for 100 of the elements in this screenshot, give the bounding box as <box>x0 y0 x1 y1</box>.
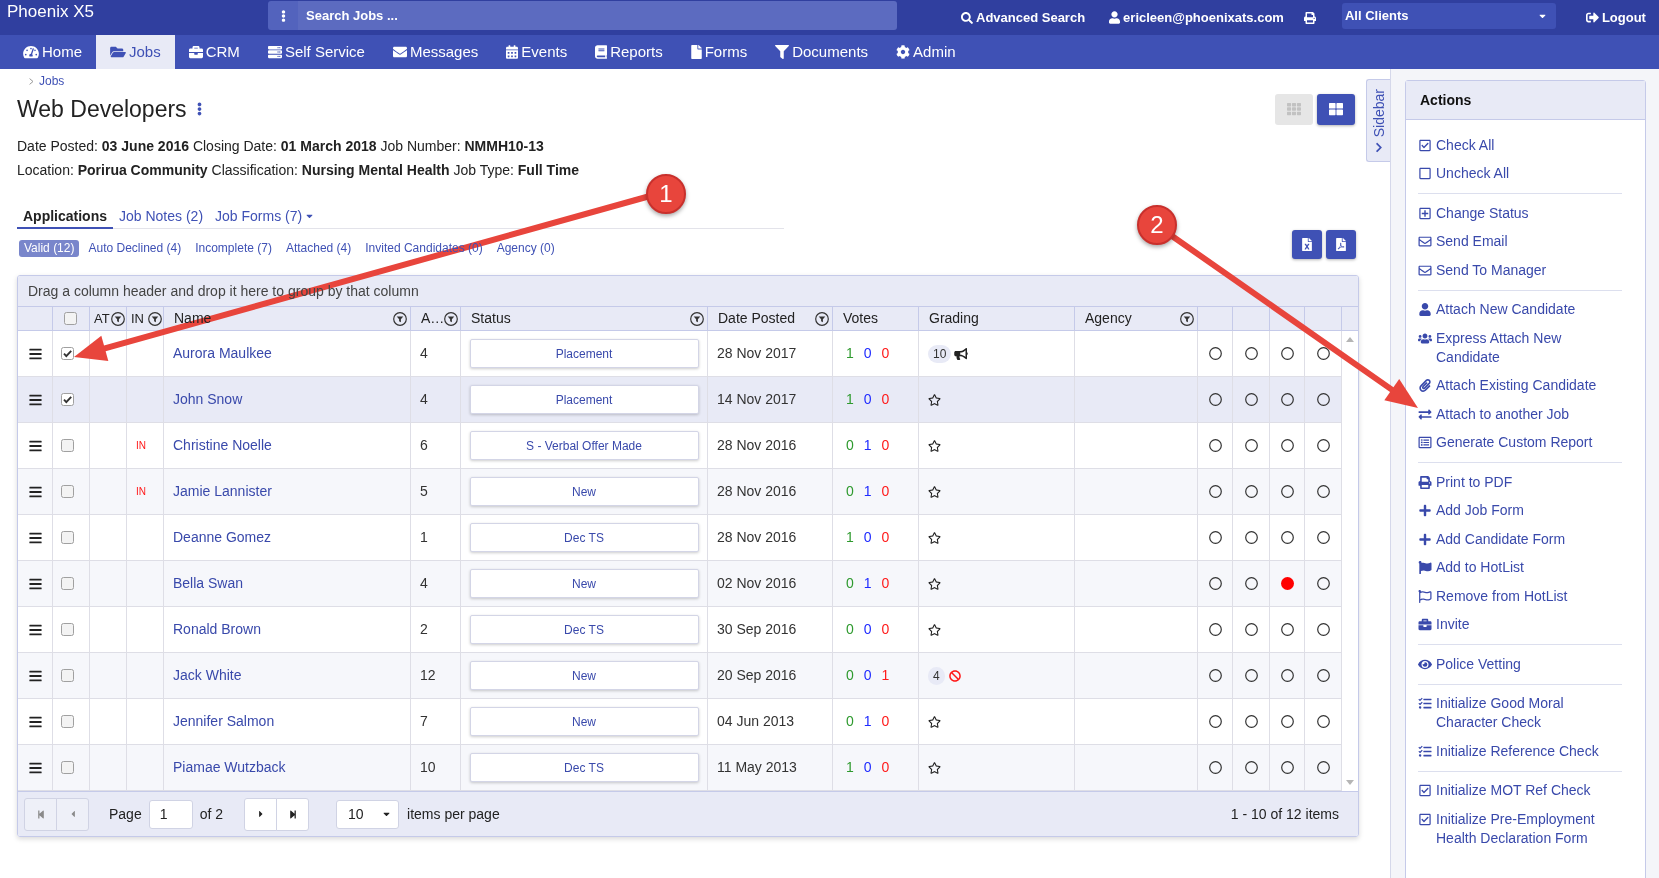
status-button[interactable]: Dec TS <box>469 753 699 782</box>
candidate-name-link[interactable]: Aurora Maulkee <box>173 343 272 364</box>
action-link[interactable]: Send To Manager <box>1418 256 1622 285</box>
nav-tab[interactable]: Reports <box>581 35 677 69</box>
candidate-name-link[interactable]: Christine Noelle <box>173 435 272 456</box>
ring-icon[interactable] <box>1316 577 1330 590</box>
star-icon[interactable] <box>928 623 941 636</box>
tab[interactable]: Applications <box>17 205 113 229</box>
action-link[interactable]: Remove from HotList <box>1418 582 1622 611</box>
ring-icon[interactable] <box>1316 485 1330 498</box>
filter-pill[interactable]: Auto Declined (4) <box>83 240 187 257</box>
star-icon[interactable] <box>928 761 941 774</box>
pager-button[interactable] <box>276 797 310 831</box>
ring-icon[interactable] <box>1280 393 1294 406</box>
excel-file-button[interactable] <box>1292 230 1322 259</box>
table-row[interactable]: Deanne Gomez 1 Dec TS 28 Nov 2016 1 0 0 <box>18 515 1342 561</box>
filter-icon[interactable] <box>690 311 704 326</box>
row-checkbox[interactable] <box>61 393 74 406</box>
filter-icon[interactable] <box>148 311 162 326</box>
action-link[interactable]: Uncheck All <box>1418 159 1622 188</box>
search-field[interactable]: Search Jobs ... <box>298 1 897 30</box>
action-link[interactable]: Add Candidate Form <box>1418 525 1622 554</box>
ring-icon[interactable] <box>1244 531 1258 544</box>
ring-icon[interactable] <box>1208 393 1222 406</box>
row-checkbox[interactable] <box>61 485 74 498</box>
table-row[interactable]: Piamae Wutzback 10 Dec TS 11 May 2013 1 0 0 <box>18 745 1342 791</box>
advanced-search-link[interactable]: Advanced Search <box>961 7 1086 28</box>
column-header[interactable]: Name <box>174 308 212 329</box>
table-row[interactable]: Jack White 12 New 20 Sep 2016 0 0 1 4 <box>18 653 1342 699</box>
nav-tab[interactable]: Jobs <box>96 35 175 69</box>
drag-handle-icon[interactable] <box>27 668 43 683</box>
table-row[interactable]: Aurora Maulkee 4 Placement 28 Nov 2017 1 0 0 10 <box>18 331 1342 377</box>
candidate-name-link[interactable]: Jack White <box>173 665 242 686</box>
action-link[interactable]: Attach to another Job <box>1418 400 1622 429</box>
ring-icon[interactable] <box>1244 577 1258 590</box>
status-button[interactable]: Dec TS <box>469 615 699 644</box>
ring-icon[interactable] <box>1316 715 1330 728</box>
ring-icon[interactable] <box>1244 715 1258 728</box>
ring-icon[interactable] <box>1280 669 1294 682</box>
ring-icon[interactable] <box>1280 531 1294 544</box>
column-header[interactable]: Grading <box>929 308 979 329</box>
ring-icon[interactable] <box>1280 761 1294 774</box>
action-link[interactable]: Express Attach New Candidate <box>1418 324 1622 372</box>
printer-icon[interactable] <box>1303 11 1316 24</box>
ring-icon[interactable] <box>1208 715 1222 728</box>
action-link[interactable]: Initialize Good Moral Character Check <box>1418 689 1622 737</box>
ring-icon[interactable] <box>1244 439 1258 452</box>
status-button[interactable]: New <box>469 477 699 506</box>
action-link[interactable]: Check All <box>1418 131 1622 160</box>
column-header[interactable]: Date Posted <box>718 308 796 329</box>
row-checkbox[interactable] <box>61 577 74 590</box>
search-menu-button[interactable] <box>268 1 298 30</box>
ring-icon[interactable] <box>1280 485 1294 498</box>
row-checkbox[interactable] <box>61 761 74 774</box>
drag-handle-icon[interactable] <box>27 576 43 591</box>
ring-icon[interactable] <box>1244 761 1258 774</box>
action-link[interactable]: Add Job Form <box>1418 496 1622 525</box>
action-link[interactable]: Invite <box>1418 610 1622 639</box>
column-header[interactable]: A… <box>421 308 445 329</box>
row-checkbox[interactable] <box>61 531 74 544</box>
filter-icon[interactable] <box>111 311 125 326</box>
row-checkbox[interactable] <box>61 669 74 682</box>
action-link[interactable]: Police Vetting <box>1418 650 1622 679</box>
action-link[interactable]: Initialize Pre-Employment Health Declaration Form <box>1418 805 1622 853</box>
drag-handle-icon[interactable] <box>27 438 43 453</box>
page-input[interactable]: 1 <box>148 799 193 829</box>
status-button[interactable]: Placement <box>469 385 699 414</box>
ring-icon[interactable] <box>1244 347 1258 360</box>
row-checkbox[interactable] <box>61 347 74 360</box>
ring-icon[interactable] <box>1208 761 1222 774</box>
candidate-name-link[interactable]: John Snow <box>173 389 243 410</box>
ring-icon[interactable] <box>1244 623 1258 636</box>
action-link[interactable]: Send Email <box>1418 227 1622 256</box>
column-header[interactable]: Votes <box>843 308 879 329</box>
ring-icon[interactable] <box>1316 393 1330 406</box>
action-link[interactable]: Attach Existing Candidate <box>1418 371 1622 400</box>
nav-tab[interactable]: Forms <box>676 35 762 69</box>
row-checkbox[interactable] <box>61 439 74 452</box>
candidate-name-link[interactable]: Jennifer Salmon <box>173 711 275 732</box>
action-link[interactable]: Initialize Reference Check <box>1418 737 1622 766</box>
ring-icon[interactable] <box>1280 347 1294 360</box>
star-icon[interactable] <box>928 393 941 406</box>
filter-icon[interactable] <box>444 311 459 326</box>
more-icon[interactable] <box>196 102 202 116</box>
ring-icon[interactable] <box>1280 715 1294 728</box>
ring-icon[interactable] <box>1208 439 1222 452</box>
row-checkbox[interactable] <box>61 623 74 636</box>
nav-tab[interactable]: CRM <box>174 35 254 69</box>
star-icon[interactable] <box>928 577 941 590</box>
ring-icon[interactable] <box>1208 577 1222 590</box>
ring-icon[interactable] <box>1316 623 1330 636</box>
ring-icon[interactable] <box>1244 669 1258 682</box>
ring-icon[interactable] <box>1316 531 1330 544</box>
action-link[interactable]: Print to PDF <box>1418 468 1622 497</box>
drag-handle-icon[interactable] <box>27 392 43 407</box>
column-header[interactable]: IN <box>131 308 144 329</box>
table-row[interactable]: Bella Swan 4 New 02 Nov 2016 0 1 0 <box>18 561 1342 607</box>
drag-handle-icon[interactable] <box>27 622 43 637</box>
ring-icon[interactable] <box>1208 669 1222 682</box>
ring-icon[interactable] <box>1316 669 1330 682</box>
